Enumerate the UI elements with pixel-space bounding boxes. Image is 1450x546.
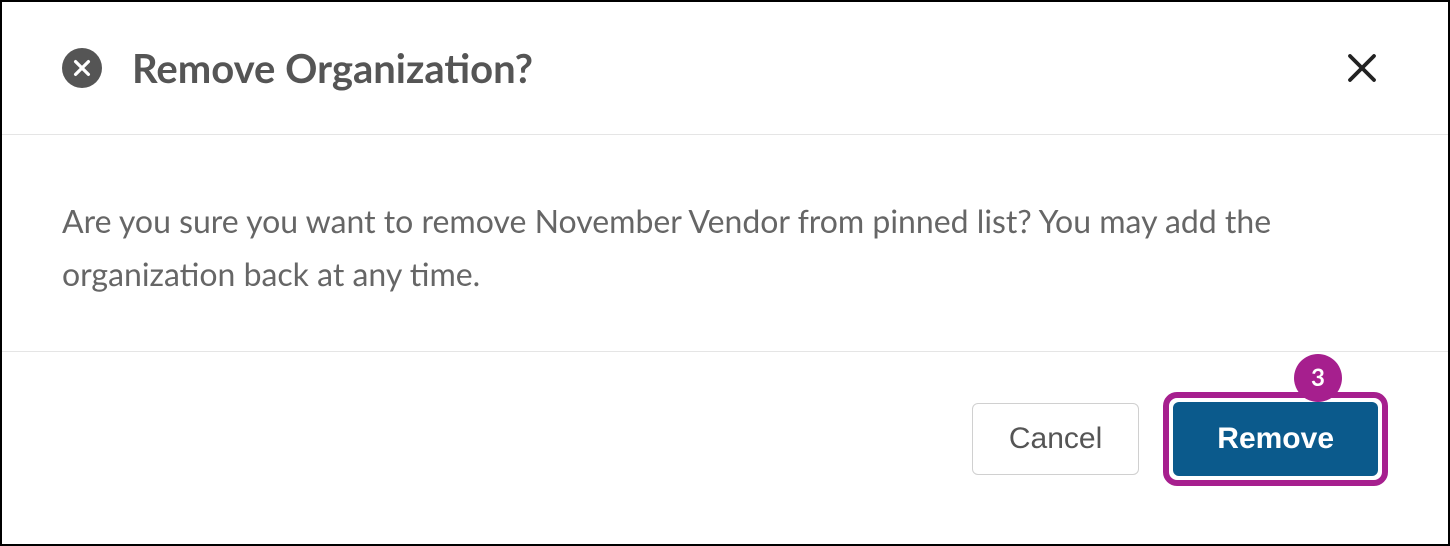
dialog-header: Remove Organization? [2,2,1448,135]
remove-button[interactable]: Remove [1173,402,1378,476]
close-icon [1344,50,1380,86]
close-button[interactable] [1336,42,1388,94]
dialog-footer: Cancel 3 Remove [2,352,1448,526]
remove-button-highlight: 3 Remove [1163,392,1388,486]
confirm-dialog: Remove Organization? Are you sure you wa… [0,0,1450,546]
dialog-body: Are you sure you want to remove November… [2,135,1448,352]
step-badge: 3 [1294,354,1342,402]
cancel-button[interactable]: Cancel [972,403,1139,475]
times-circle-icon [62,48,102,88]
dialog-message: Are you sure you want to remove November… [62,195,1302,301]
dialog-title: Remove Organization? [132,44,1336,92]
